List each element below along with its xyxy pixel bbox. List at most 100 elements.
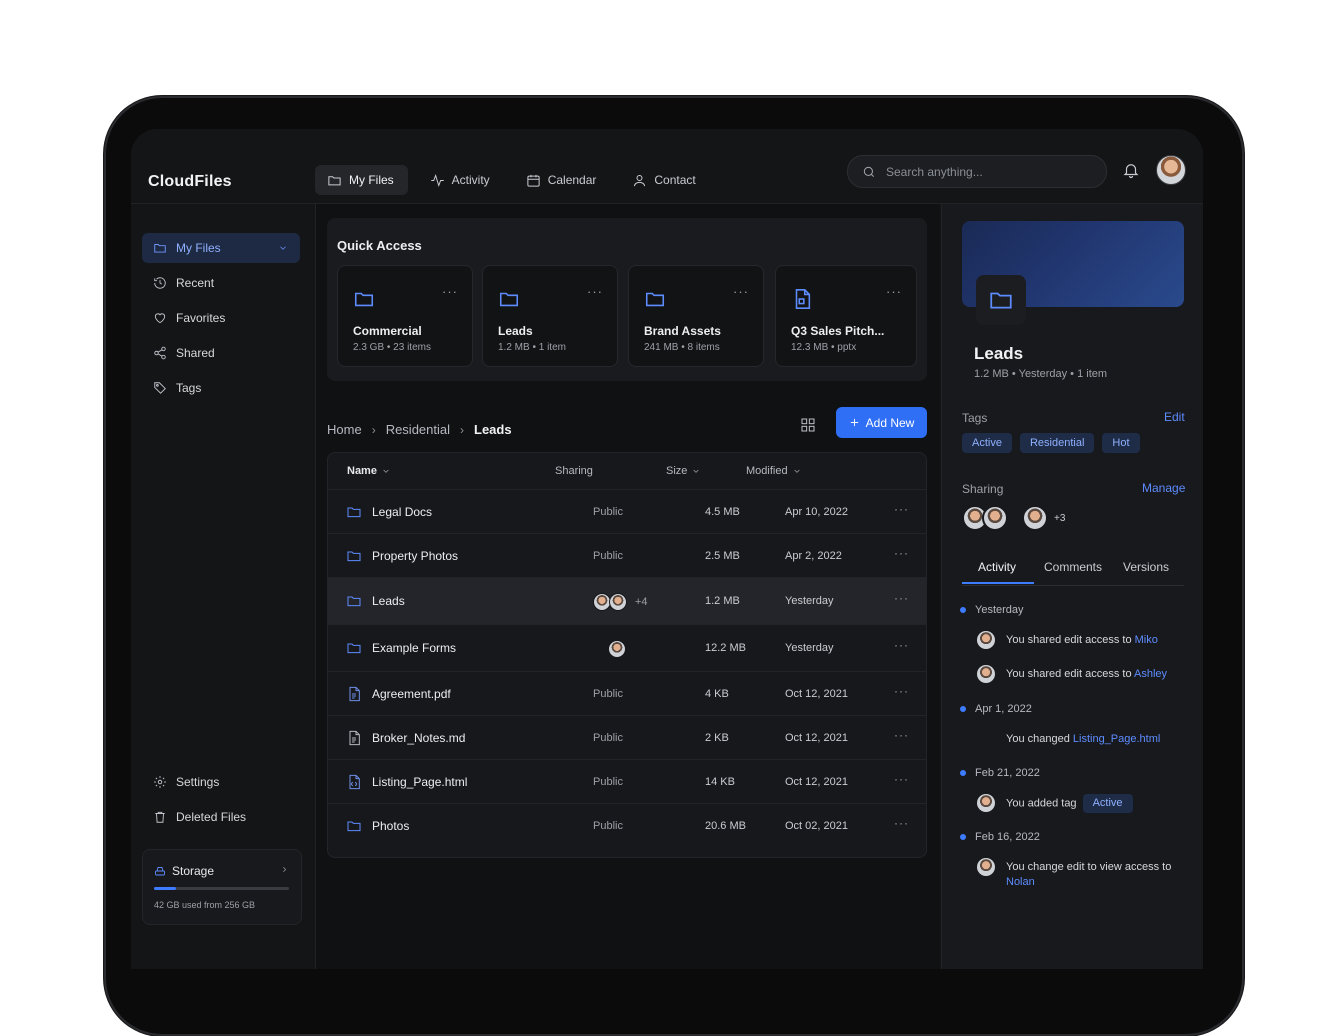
main-content: Quick Access ··· Commercial 2.3 GB • 23 … <box>316 204 940 969</box>
card-name: Q3 Sales Pitch... <box>791 324 885 338</box>
card-meta: 241 MB • 8 items <box>644 342 720 353</box>
event-link[interactable]: Ashley <box>1134 668 1167 680</box>
tag-chip[interactable]: Residential <box>1019 433 1095 453</box>
chevron-right-icon: › <box>460 422 465 437</box>
timeline-dot <box>960 770 966 776</box>
file-size: 4.5 MB <box>705 506 740 518</box>
event-link[interactable]: Miko <box>1135 634 1158 646</box>
file-size: 14 KB <box>705 776 735 788</box>
storage-label: Storage <box>172 864 215 878</box>
column-name[interactable]: Name <box>347 465 390 477</box>
notifications-button[interactable] <box>1122 161 1140 179</box>
table-row[interactable]: Legal Docs Public 4.5 MB Apr 10, 2022 ··… <box>328 489 926 534</box>
nav-label: Contact <box>654 173 696 187</box>
more-options-icon[interactable]: ··· <box>894 684 909 698</box>
tag-chip[interactable]: Active <box>1082 794 1133 813</box>
sidebar-item-shared[interactable]: Shared <box>142 338 300 368</box>
file-name: Property Photos <box>372 549 459 563</box>
more-options-icon[interactable]: ··· <box>894 546 909 560</box>
search-input[interactable] <box>884 163 1088 180</box>
column-sharing[interactable]: Sharing <box>555 465 593 477</box>
table-row[interactable]: Example Forms 12.2 MB Yesterday ··· <box>328 624 926 672</box>
file-name: Agreement.pdf <box>372 687 451 701</box>
shared-avatars <box>608 640 626 658</box>
card-meta: 1.2 MB • 1 item <box>498 342 566 353</box>
quick-access-card[interactable]: ··· Q3 Sales Pitch... 12.3 MB • pptx <box>775 265 917 367</box>
file-modified: Oct 12, 2021 <box>785 732 848 744</box>
presentation-file-icon <box>795 289 811 309</box>
more-options-icon[interactable]: ··· <box>733 284 749 299</box>
details-panel: Leads 1.2 MB • Yesterday • 1 item Tags E… <box>941 204 1203 969</box>
column-modified[interactable]: Modified <box>746 465 801 477</box>
table-row[interactable]: Listing_Page.html Public 14 KB Oct 12, 2… <box>328 759 926 804</box>
column-label: Name <box>347 465 377 477</box>
more-options-icon[interactable]: ··· <box>894 728 909 742</box>
more-options-icon[interactable]: ··· <box>894 638 909 652</box>
more-options-icon[interactable]: ··· <box>587 284 603 299</box>
edit-tags-link[interactable]: Edit <box>1164 410 1185 424</box>
grid-view-button[interactable] <box>800 417 818 435</box>
sidebar-item-recent[interactable]: Recent <box>142 268 300 298</box>
tab-activity[interactable]: Activity <box>978 560 1016 574</box>
quick-access-card[interactable]: ··· Brand Assets 241 MB • 8 items <box>628 265 764 367</box>
tab-versions[interactable]: Versions <box>1123 560 1169 574</box>
chevron-down-icon <box>383 469 389 473</box>
sidebar-item-my-files[interactable]: My Files <box>142 233 300 263</box>
folder-icon <box>990 292 1012 309</box>
column-size[interactable]: Size <box>666 465 700 477</box>
tag-chip[interactable]: Hot <box>1102 433 1140 453</box>
folder-icon <box>347 551 361 562</box>
tag-list: Active Residential Hot <box>962 433 1140 453</box>
event-text: You shared edit access to <box>1006 668 1135 680</box>
more-options-icon[interactable]: ··· <box>886 284 902 299</box>
sidebar-item-favorites[interactable]: Favorites <box>142 303 300 333</box>
sidebar-item-settings[interactable]: Settings <box>142 767 300 797</box>
nav-label: Calendar <box>547 173 597 187</box>
pdf-file-icon <box>349 686 360 702</box>
more-options-icon[interactable]: ··· <box>442 284 458 299</box>
table-row-selected[interactable]: Leads +4 1.2 MB Yesterday ··· <box>328 577 926 625</box>
card-name: Commercial <box>353 324 422 338</box>
card-meta: 2.3 GB • 23 items <box>353 342 431 353</box>
breadcrumb-residential[interactable]: Residential <box>386 422 450 437</box>
file-size: 4 KB <box>705 688 729 700</box>
breadcrumb-home[interactable]: Home <box>327 422 362 437</box>
storage-widget[interactable]: Storage 42 GB used from 256 GB <box>142 849 302 925</box>
event-link[interactable]: Nolan <box>1006 876 1035 888</box>
timeline-date: Apr 1, 2022 <box>975 703 1032 715</box>
timeline-date: Feb 21, 2022 <box>975 767 1040 779</box>
tab-comments[interactable]: Comments <box>1044 560 1102 574</box>
table-row[interactable]: Photos Public 20.6 MB Oct 02, 2021 ··· <box>328 803 926 848</box>
tag-chip[interactable]: Active <box>962 433 1012 453</box>
card-name: Leads <box>498 324 533 338</box>
table-row[interactable]: Property Photos Public 2.5 MB Apr 2, 202… <box>328 533 926 578</box>
quick-access-card[interactable]: ··· Commercial 2.3 GB • 23 items <box>337 265 473 367</box>
nav-calendar[interactable]: Calendar <box>514 165 611 195</box>
sidebar-item-deleted-files[interactable]: Deleted Files <box>142 802 300 832</box>
quick-access-card[interactable]: ··· Leads 1.2 MB • 1 item <box>482 265 618 367</box>
timeline-event: You added tag Active <box>1006 794 1133 813</box>
user-avatar[interactable] <box>1156 155 1186 185</box>
more-options-icon[interactable]: ··· <box>894 772 909 786</box>
add-new-label: Add New <box>865 415 915 430</box>
nav-my-files[interactable]: My Files <box>315 165 408 195</box>
file-modified: Oct 12, 2021 <box>785 776 848 788</box>
shared-count: +3 <box>1054 512 1066 524</box>
details-title: Leads <box>974 344 1024 363</box>
timeline-event: You changed Listing_Page.html <box>1006 732 1160 747</box>
event-link[interactable]: Listing_Page.html <box>1073 733 1160 745</box>
table-row[interactable]: Agreement.pdf Public 4 KB Oct 12, 2021 ·… <box>328 671 926 716</box>
heart-icon <box>154 313 166 324</box>
sidebar-item-tags[interactable]: Tags <box>142 373 300 403</box>
more-options-icon[interactable]: ··· <box>894 502 909 516</box>
more-options-icon[interactable]: ··· <box>894 591 909 605</box>
manage-sharing-link[interactable]: Manage <box>1142 481 1185 495</box>
more-options-icon[interactable]: ··· <box>894 816 909 830</box>
nav-activity[interactable]: Activity <box>418 165 504 195</box>
table-row[interactable]: Broker_Notes.md Public 2 KB Oct 12, 2021… <box>328 715 926 760</box>
avatar <box>977 794 995 812</box>
file-size: 2 KB <box>705 732 729 744</box>
nav-contact[interactable]: Contact <box>620 165 709 195</box>
avatar <box>608 640 626 658</box>
add-new-button[interactable]: Add New <box>836 407 927 438</box>
